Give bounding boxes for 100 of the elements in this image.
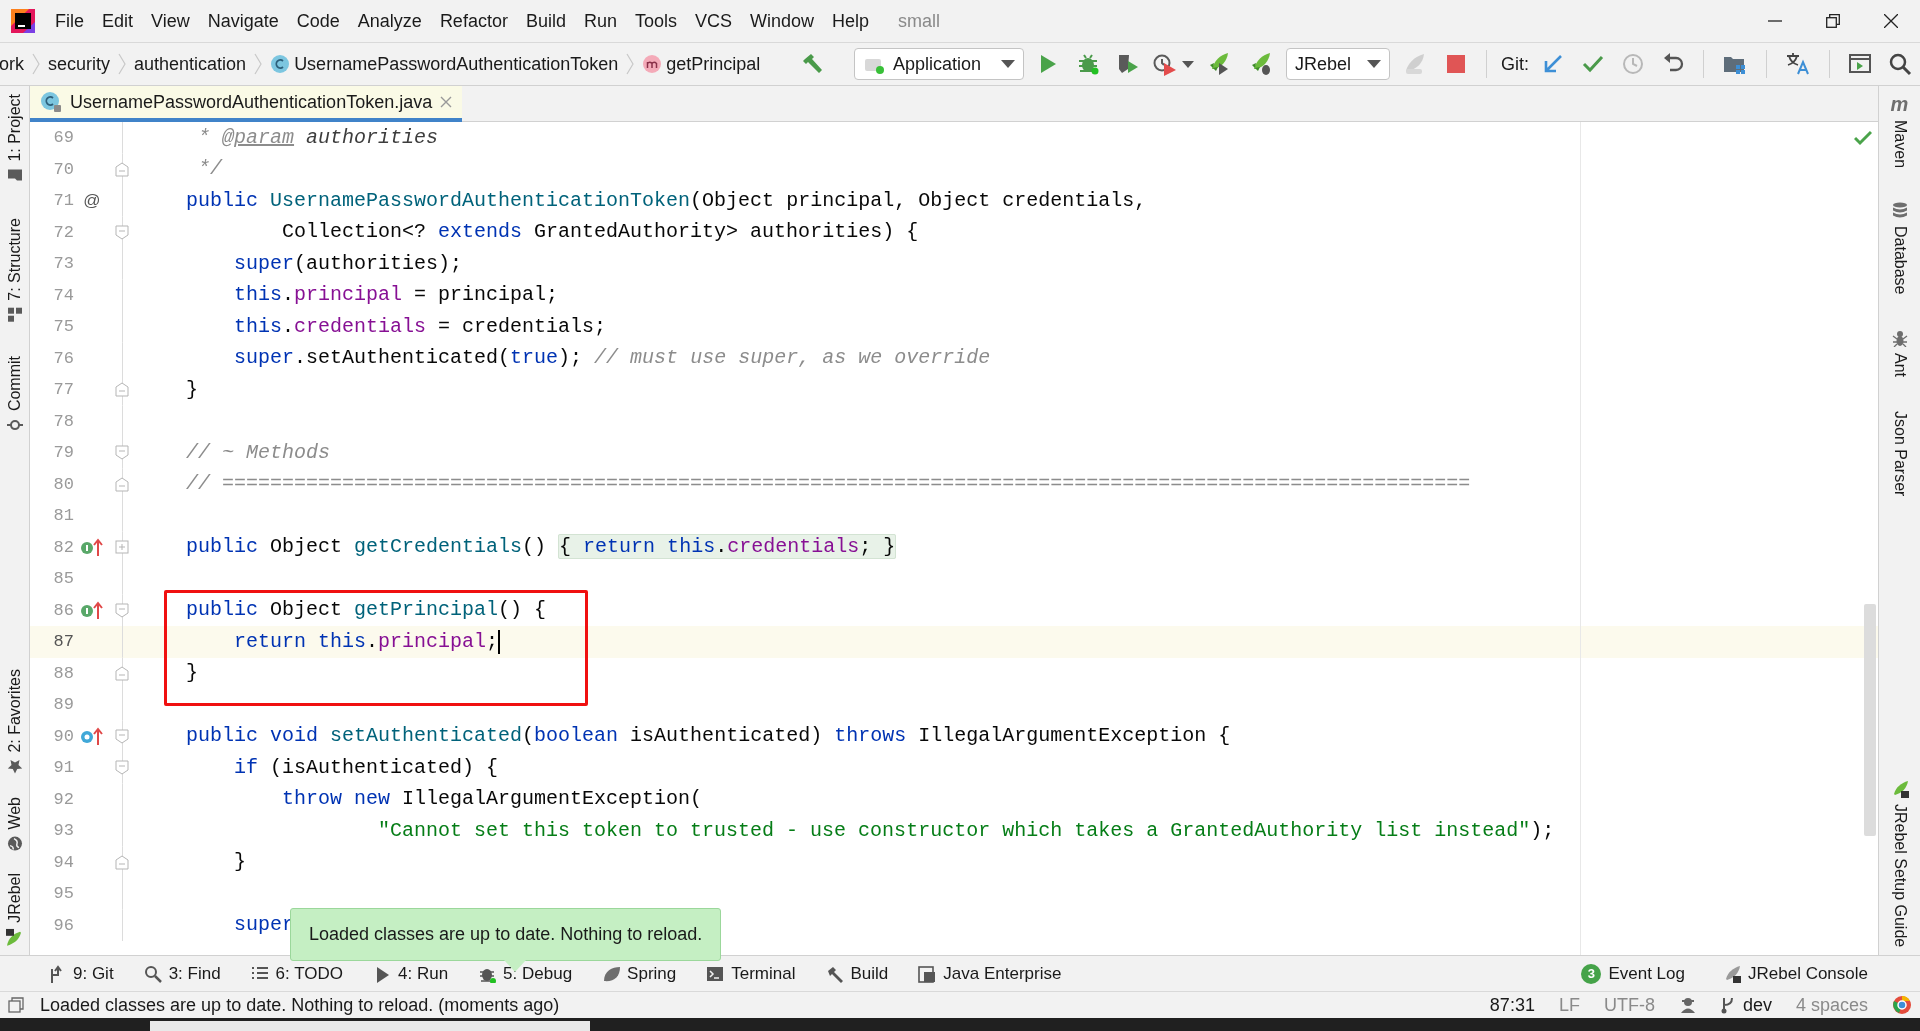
line-number: 82 [52,536,74,559]
menu-item[interactable]: Edit [93,7,143,35]
menu-item[interactable]: File [46,7,93,35]
menu-item[interactable]: Refactor [430,7,517,35]
tool-window-button[interactable]: JRebel [2,865,27,955]
code-line: */ [197,156,222,183]
inspector-icon[interactable] [1678,996,1697,1014]
menu-item[interactable]: VCS [686,7,741,35]
scrollbar[interactable] [1864,604,1876,836]
inspection-ok-icon[interactable] [1854,130,1872,146]
breadcrumb-item[interactable]: getPrincipal [642,50,761,78]
code-line: * @param authorities [197,124,439,151]
breadcrumb-item[interactable]: security [48,50,111,78]
breadcrumb-item[interactable]: ork [0,50,24,78]
panel-toggle-icon[interactable] [8,997,24,1013]
chevron-icon [254,53,263,75]
menu-item[interactable]: View [142,7,199,35]
fold-icon[interactable] [115,602,129,618]
fold-icon[interactable] [115,445,129,461]
fold-icon[interactable] [115,728,129,744]
code-line: Collection<? extends GrantedAuthority> authorities) { [281,219,919,246]
line-number: 96 [52,914,74,937]
profiler-icon [1151,52,1178,76]
menu-item[interactable]: Window [741,7,824,35]
tool-window-button[interactable]: 6: TODO [246,960,347,987]
line-number: 88 [52,662,74,685]
tool-window-button[interactable]: 5: Debug [474,960,577,987]
tool-window-button[interactable]: Spring [598,960,681,987]
implements-marker-icon[interactable] [80,537,104,558]
fold-icon[interactable] [115,382,129,398]
terminal-icon [706,964,725,983]
menu-item[interactable]: Build [516,7,575,35]
jrebel-dropdown[interactable]: JRebel [1285,48,1390,80]
close-icon[interactable] [440,96,453,108]
fold-icon[interactable] [115,476,129,492]
overrides-marker-icon[interactable] [80,726,104,747]
line-number: 73 [52,253,74,275]
tool-window-button[interactable]: Build [821,960,893,987]
breadcrumb-item[interactable]: UsernamePasswordAuthenticationToken [270,50,619,78]
tool-window-button[interactable]: 3: Find [139,960,225,987]
history-icon[interactable] [1621,52,1645,76]
tool-window-button[interactable]: Commit [2,348,27,442]
stop-icon[interactable] [1444,52,1468,76]
fold-icon[interactable] [115,224,129,240]
tool-window-button[interactable]: Web [2,788,27,860]
code-line: if (isAuthenticated) { [233,754,499,781]
menu-item[interactable]: Navigate [198,7,288,35]
presentation-icon[interactable] [1848,52,1872,76]
line-number: 81 [52,505,74,527]
menu-item[interactable]: Help [823,7,879,35]
fold-icon[interactable] [115,760,129,776]
tool-window-button[interactable]: 4: Run [369,960,453,987]
line-number: 94 [52,851,74,874]
menu-item[interactable]: Run [574,7,626,35]
tool-window-button[interactable]: JRebel Console [1719,960,1872,987]
class-icon [40,91,62,113]
caret-icon [1367,60,1381,68]
tool-window-button[interactable]: m Maven [1887,86,1912,177]
line-number: 95 [52,883,74,905]
fold-icon[interactable] [115,665,129,681]
structure-icon [6,306,23,323]
close-icon [1884,14,1898,28]
file-tab[interactable]: UsernamePasswordAuthenticationToken.java [30,86,463,122]
breadcrumb-item[interactable]: authentication [134,50,247,78]
fold-icon[interactable] [115,854,129,870]
menu-item[interactable]: Analyze [348,7,431,35]
expand-icon[interactable] [115,540,129,555]
code-line: // ~ Methods [185,439,331,466]
code-line: public Object getCredentials() { return this.credentials; } [185,533,897,562]
tool-window-button[interactable]: 1: Project [2,86,27,192]
tool-window-button[interactable]: Java Enterprise [914,960,1066,987]
line-number: 76 [52,347,74,370]
tool-window-button[interactable]: Database [1887,194,1912,303]
search-icon[interactable] [1888,52,1912,76]
menu-item[interactable]: Code [287,7,349,35]
leaf-icon [602,964,621,983]
translate-icon[interactable] [1785,51,1811,77]
fold-icon[interactable] [115,161,129,177]
branch-widget[interactable]: dev [1720,991,1772,1019]
implements-marker-icon[interactable] [80,600,104,621]
hammer-icon [825,964,844,983]
caret-position[interactable]: 87:31 [1489,991,1535,1019]
run-configuration-dropdown[interactable]: Application [853,48,1024,80]
code-line: return this.principal; [233,628,499,655]
search-icon [143,964,162,983]
notification-balloon: Loaded classes are up to date. Nothing to reload. [290,908,722,961]
window-title: small [898,9,941,33]
event-log-button[interactable]: 3 Event Log [1577,960,1689,987]
profile-button[interactable] [1151,52,1194,76]
plugin-icon[interactable] [1892,995,1912,1015]
tool-window-button[interactable]: 7: Structure [2,209,27,331]
method-icon [642,54,663,74]
tool-window-button[interactable]: 9: Git [44,960,118,987]
tool-window-button[interactable]: JRebel Setup Guide [1887,771,1912,955]
menu-item[interactable]: Tools [625,7,686,35]
tool-window-button[interactable]: Json Parser [1887,402,1912,504]
tool-window-button[interactable]: Terminal [702,960,800,987]
app-logo-icon [10,8,36,34]
tool-window-button[interactable]: 2: Favorites [2,661,27,783]
tool-window-button[interactable]: Ant [1887,320,1912,385]
